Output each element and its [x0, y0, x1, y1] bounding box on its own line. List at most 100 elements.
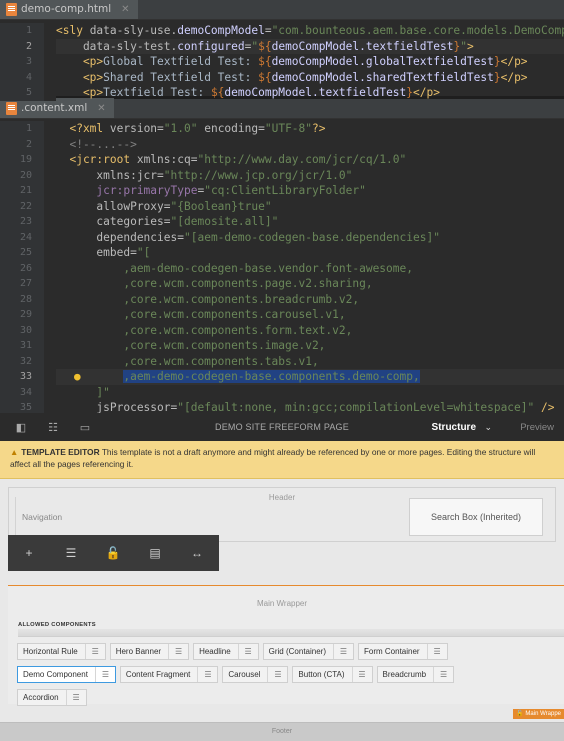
code-line[interactable]: 29 ,core.wcm.components.carousel.v1,	[0, 307, 564, 323]
code-text: ,core.wcm.components.carousel.v1,	[56, 307, 564, 323]
close-icon[interactable]: ✕	[121, 4, 129, 15]
fold-marker	[44, 38, 56, 54]
code-token: </p>	[413, 86, 440, 99]
code-token: ,core.wcm.components.carousel.v1,	[56, 308, 346, 321]
code-token: <p>	[56, 70, 104, 84]
tab-demo-comp-html[interactable]: demo-comp.html ✕	[0, 0, 138, 19]
policy-icon[interactable]: ☰	[65, 690, 86, 705]
main-wrapper-badge[interactable]: 🔓 Main Wrappe	[513, 709, 564, 719]
code-line[interactable]: 32 ,core.wcm.components.tabs.v1,	[0, 353, 564, 369]
component-chip[interactable]: Demo Component ☰	[17, 666, 116, 683]
code-line[interactable]: 1 <sly data-sly-use.demoCompModel="com.bo…	[0, 23, 564, 39]
component-chip[interactable]: Carousel ☰	[222, 666, 289, 683]
component-chip[interactable]: Content Fragment ☰	[119, 666, 219, 683]
policy-icon[interactable]: ☰	[50, 546, 92, 560]
code-line[interactable]: 1 <?xml version="1.0" encoding="UTF-8"?>	[0, 121, 564, 137]
line-number: 2	[0, 38, 44, 54]
line-number: 19	[0, 152, 44, 168]
layout-icon[interactable]: ▤	[134, 546, 176, 560]
policy-icon[interactable]: ☰	[433, 667, 453, 682]
code-line[interactable]: 19 <jcr:root xmlns:cq="http://www.day.co…	[0, 152, 564, 168]
preview-button[interactable]: Preview	[520, 422, 554, 433]
component-name: Breadcrumb	[382, 670, 427, 679]
code-token: }	[493, 55, 501, 68]
code-token: "	[460, 39, 467, 53]
search-box-component[interactable]: Search Box (Inherited)	[409, 498, 543, 536]
fold-marker	[44, 136, 56, 152]
line-number: 2	[0, 136, 44, 152]
code-line[interactable]: 34 ]"	[0, 384, 564, 400]
header-container[interactable]: Header Navigation Search Box (Inherited)	[8, 487, 556, 542]
code-line[interactable]: 23 categories="[demosite.all]"	[0, 214, 564, 230]
code-line[interactable]: 3 <p>Global Textfield Test: ${demoCompMo…	[0, 54, 564, 70]
policy-icon[interactable]: ☰	[197, 667, 217, 682]
line-number: 31	[0, 338, 44, 354]
close-icon[interactable]: ✕	[97, 103, 105, 114]
code-line[interactable]: 4 <p>Shared Textfield Test: ${demoCompMo…	[0, 69, 564, 85]
code-line[interactable]: 27 ,core.wcm.components.page.v2.sharing,	[0, 276, 564, 292]
component-name: Headline	[199, 647, 231, 656]
insert-component-icon[interactable]: +	[8, 546, 50, 560]
line-number: 5	[0, 85, 44, 101]
component-chip[interactable]: Button (CTA) ☰	[292, 666, 373, 683]
component-chip[interactable]: Headline ☰	[193, 643, 259, 660]
component-name: Accordion	[23, 693, 59, 702]
fold-marker	[44, 214, 56, 230]
xml-editor-tabbar: .content.xml ✕	[0, 98, 564, 119]
code-token: data-sly-test.	[56, 39, 178, 53]
code-token: =	[177, 230, 184, 244]
code-line[interactable]: 22 allowProxy="{Boolean}true"	[0, 198, 564, 215]
code-line[interactable]: 26 ,aem-demo-codegen-base.vendor.font-aw…	[0, 260, 564, 276]
code-line[interactable]: 20 xmlns:jcr="http://www.jcp.org/jcr/1.0…	[0, 167, 564, 183]
code-token: encoding	[204, 122, 259, 135]
code-line[interactable]: 2 data-sly-test.configured="${demoCompMo…	[0, 38, 564, 54]
policy-icon[interactable]: ☰	[237, 644, 258, 659]
lock-icon[interactable]: 🔓	[92, 546, 134, 560]
line-number: 29	[0, 307, 44, 323]
code-line[interactable]: 30 ,core.wcm.components.form.text.v2,	[0, 322, 564, 338]
component-chip[interactable]: Horizontal Rule ☰	[17, 643, 106, 660]
policy-icon[interactable]: ☰	[84, 644, 105, 659]
policy-icon[interactable]: ☰	[351, 667, 372, 682]
mode-selector[interactable]: Structure	[432, 422, 476, 433]
code-text: ,core.wcm.components.breadcrumb.v2,	[56, 292, 564, 308]
line-number: 26	[0, 260, 44, 276]
tab-content-xml[interactable]: .content.xml ✕	[0, 98, 114, 118]
chevron-down-icon[interactable]: ⌄	[484, 422, 492, 433]
code-line[interactable]: 5 <p>Textfield Test: ${demoCompModel.tex…	[0, 85, 564, 101]
code-token: configured	[177, 39, 245, 53]
code-token: }	[493, 70, 501, 84]
component-chip[interactable]: Breadcrumb ☰	[376, 666, 455, 683]
code-line[interactable]: 2 <!--...-->	[0, 136, 564, 152]
policy-icon[interactable]: ☰	[168, 644, 188, 659]
component-chip[interactable]: Hero Banner ☰	[109, 643, 190, 660]
aem-template-editor: ◧ ☷ ▭ DEMO SITE FREEFORM PAGE Structure …	[0, 413, 564, 741]
code-token: <?xml	[56, 122, 110, 135]
code-line[interactable]: 24 dependencies="[aem-demo-codegen-base.…	[0, 229, 564, 245]
code-token: <!--...-->	[56, 137, 137, 151]
code-token: <sly	[56, 24, 90, 37]
component-chip[interactable]: Grid (Container) ☰	[262, 643, 354, 660]
code-token: "[	[136, 246, 151, 259]
code-token: demoCompModel.textfieldTest	[224, 86, 407, 99]
fold-marker	[44, 369, 56, 385]
policy-icon[interactable]: ☰	[267, 667, 287, 682]
component-chip[interactable]: Accordion ☰	[17, 689, 87, 706]
resize-icon[interactable]: ↔	[176, 546, 218, 560]
code-line[interactable]: 33 ,aem-demo-codegen-base.components.dem…	[0, 369, 564, 385]
code-line[interactable]: 25 embed="[	[0, 245, 564, 261]
footer-container[interactable]: Footer	[0, 722, 564, 741]
policy-icon[interactable]: ☰	[426, 644, 447, 659]
policy-icon[interactable]: ☰	[333, 644, 353, 659]
component-chip[interactable]: Form Container ☰	[358, 643, 448, 660]
xml-code-area[interactable]: 1 <?xml version="1.0" encoding="UTF-8"?>…	[0, 119, 564, 416]
code-line[interactable]: 28 ,core.wcm.components.breadcrumb.v2,	[0, 291, 564, 308]
editor-canvas: Header Navigation Search Box (Inherited)	[0, 487, 564, 542]
code-text: allowProxy="{Boolean}true"	[56, 199, 564, 215]
code-line[interactable]: 21 jcr:primaryType="cq:ClientLibraryFold…	[0, 183, 564, 199]
lightbulb-icon[interactable]: ●	[74, 369, 81, 385]
policy-icon[interactable]: ☰	[94, 667, 115, 682]
navigation-component[interactable]: Navigation	[15, 497, 155, 535]
html-code-area[interactable]: 1 <sly data-sly-use.demoCompModel="com.bo…	[0, 20, 564, 101]
code-line[interactable]: 31 ,core.wcm.components.image.v2,	[0, 338, 564, 354]
